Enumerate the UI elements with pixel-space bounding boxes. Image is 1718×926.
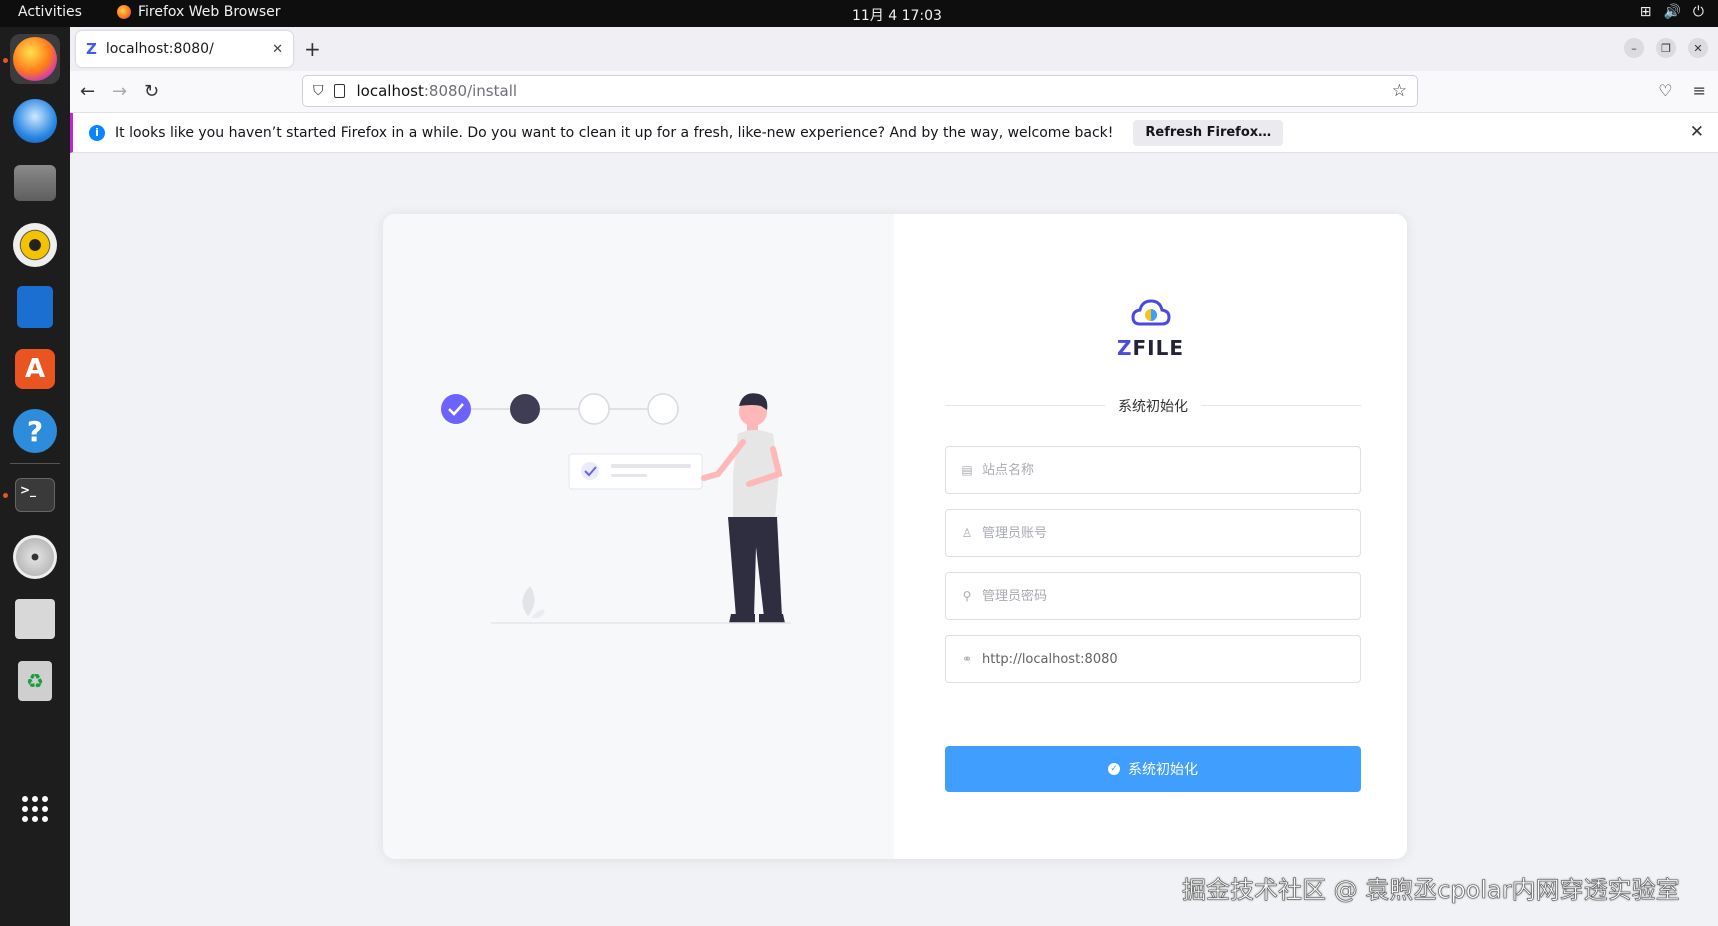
firefox-icon (13, 37, 57, 81)
init-system-label: 系统初始化 (1128, 762, 1198, 778)
menu-icon[interactable]: ≡ (1693, 81, 1706, 100)
dock-firefox[interactable] (10, 34, 60, 84)
terminal-icon: >_ (15, 478, 55, 512)
url-bar[interactable]: ⛉ localhost:8080/install ☆ (302, 75, 1418, 107)
domain-input[interactable] (982, 651, 1346, 667)
power-icon: ⏻ (1692, 4, 1704, 20)
url-path: :8080/install (423, 82, 518, 100)
onboarding-illustration (441, 393, 791, 624)
step-current-icon (510, 394, 540, 424)
app-name: Firefox Web Browser (138, 4, 281, 20)
tab-close-icon[interactable]: ✕ (272, 42, 283, 57)
install-card: ZFILE 系统初始化 ▤ ♙ ⚲ (383, 214, 1407, 859)
thunderbird-icon (13, 99, 57, 143)
restore-button[interactable]: ❐ (1656, 38, 1676, 58)
toolbar-right: ♡ ≡ (1658, 81, 1706, 100)
files-icon (14, 165, 56, 201)
grid-icon (22, 796, 48, 822)
admin-password-input[interactable] (982, 588, 1346, 604)
zfile-favicon-icon: Z (86, 40, 97, 58)
system-top-bar: Activities Firefox Web Browser 11月 4 17:… (0, 0, 1718, 27)
dock-writer[interactable] (10, 282, 60, 332)
bookmark-star-icon[interactable]: ☆ (1392, 81, 1407, 101)
back-button[interactable]: ← (80, 81, 95, 102)
site-name-field[interactable]: ▤ (945, 446, 1361, 494)
dock-separator (10, 463, 60, 464)
running-indicator (3, 493, 8, 498)
admin-user-input[interactable] (982, 525, 1346, 541)
page-content: ZFILE 系统初始化 ▤ ♙ ⚲ (70, 154, 1718, 926)
admin-password-field[interactable]: ⚲ (945, 572, 1361, 620)
writer-icon (17, 286, 53, 328)
dock-trash[interactable]: ♻ (10, 656, 60, 706)
refresh-notification-bar: i It looks like you haven’t started Fire… (70, 113, 1718, 153)
lock-icon: ⚲ (962, 589, 972, 603)
browser-window: Z localhost:8080/ ✕ + – ❐ ✕ ← → ↻ ⛉ loca… (70, 27, 1718, 926)
form-panel: ZFILE 系统初始化 ▤ ♙ ⚲ (894, 214, 1407, 859)
help-icon: ? (13, 409, 57, 453)
cloud-logo-icon (1130, 299, 1171, 326)
dock-terminal[interactable]: >_ (10, 470, 60, 520)
refresh-firefox-button[interactable]: Refresh Firefox… (1133, 119, 1284, 146)
check-circle-icon: ✓ (1108, 763, 1120, 775)
window-controls: – ❐ ✕ (1624, 38, 1708, 58)
init-system-button[interactable]: ✓ 系统初始化 (945, 746, 1361, 792)
notification-message: It looks like you haven’t started Firefo… (115, 124, 1114, 141)
tab-title: localhost:8080/ (105, 41, 214, 57)
new-tab-button[interactable]: + (304, 37, 321, 61)
trash-icon: ♻ (18, 661, 52, 701)
nav-bar: ← → ↻ ⛉ localhost:8080/install ☆ ♡ ≡ (70, 71, 1718, 113)
info-icon: i (89, 124, 105, 141)
dock-software[interactable]: A (10, 344, 60, 394)
dock-files[interactable] (10, 158, 60, 208)
document-icon: ▤ (961, 463, 973, 477)
network-icon: ⊞ (1639, 4, 1652, 20)
step-pending-icon (647, 393, 679, 425)
firefox-icon (117, 5, 131, 19)
rhythmbox-icon (13, 223, 57, 267)
step-done-icon (441, 394, 471, 424)
running-indicator (3, 58, 8, 63)
site-name-input[interactable] (982, 462, 1346, 478)
section-divider: 系统初始化 (945, 395, 1361, 415)
volume-icon: 🔊 (1663, 4, 1681, 20)
section-title: 系统初始化 (1118, 399, 1188, 415)
tab-bar: Z localhost:8080/ ✕ + – ❐ ✕ (70, 27, 1718, 71)
admin-user-field[interactable]: ♙ (945, 509, 1361, 557)
close-notification-icon[interactable]: ✕ (1690, 122, 1704, 142)
minimize-button[interactable]: – (1624, 38, 1644, 58)
reload-button[interactable]: ↻ (144, 81, 159, 102)
dock-rhythmbox[interactable] (10, 220, 60, 270)
user-icon: ♙ (961, 526, 973, 540)
domain-field[interactable]: ⚭ (945, 635, 1361, 683)
dock-disc[interactable] (10, 532, 60, 582)
illustration-panel (383, 214, 894, 859)
clock[interactable]: 11月 4 17:03 (852, 5, 942, 25)
url-host: localhost (356, 82, 424, 100)
tracking-shield-icon[interactable]: ⛉ (313, 83, 324, 99)
close-window-button[interactable]: ✕ (1688, 38, 1708, 58)
show-apps-button[interactable] (10, 784, 60, 834)
app-store-icon: A (15, 349, 55, 389)
save-drive-icon (15, 599, 55, 639)
pocket-icon[interactable]: ♡ (1658, 81, 1672, 100)
step-pending-icon (578, 393, 610, 425)
app-menu[interactable]: Firefox Web Browser (117, 4, 281, 20)
watermark: 掘金技术社区 @ 袁煦丞cpolar内网穿透实验室 (1182, 876, 1680, 905)
dock-thunderbird[interactable] (10, 96, 60, 146)
logo-wordmark: ZFILE (1116, 336, 1185, 360)
page-info-icon[interactable] (333, 84, 345, 98)
zfile-logo: ZFILE (894, 298, 1407, 360)
dock-help[interactable]: ? (10, 406, 60, 456)
disc-icon (13, 535, 57, 579)
dock: A ? >_ ♻ (0, 27, 70, 926)
tab-localhost[interactable]: Z localhost:8080/ ✕ (76, 31, 293, 67)
dock-floppy[interactable] (10, 594, 60, 644)
link-icon: ⚭ (961, 652, 973, 666)
system-tray[interactable]: ⊞ 🔊 ⏻ (1640, 4, 1704, 20)
activities-button[interactable]: Activities (18, 4, 82, 20)
forward-button[interactable]: → (112, 81, 127, 102)
